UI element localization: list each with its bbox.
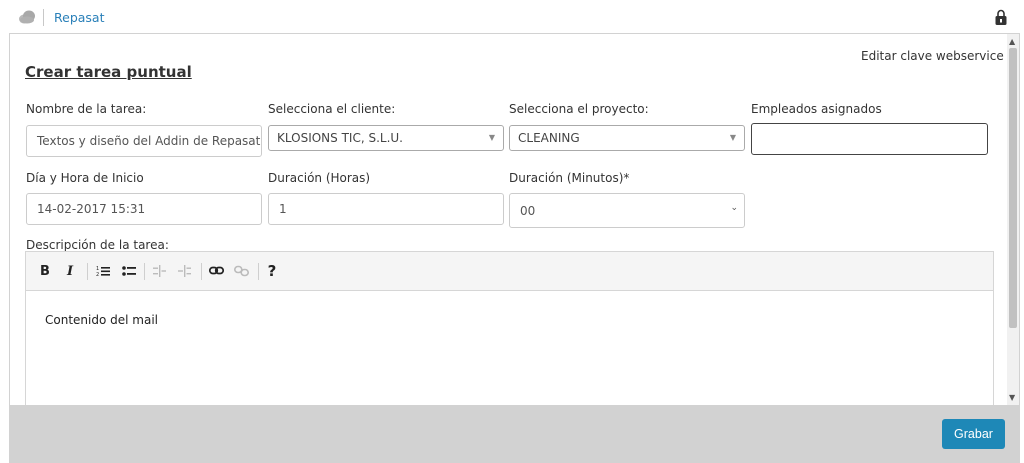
editor-toolbar: B I 1 2 ?	[26, 252, 993, 291]
task-name-label: Nombre de la tarea:	[26, 102, 147, 116]
bold-button[interactable]: B	[39, 263, 51, 279]
caret-down-icon: ▼	[488, 133, 495, 142]
italic-button[interactable]: I	[64, 263, 76, 279]
hours-label: Duración (Horas)	[268, 171, 371, 185]
frame-scrollbar[interactable]: ▲ ▼	[1007, 34, 1019, 405]
hours-input[interactable]: 1	[268, 193, 504, 225]
toolbar-divider	[201, 263, 202, 280]
brand-divider	[43, 9, 44, 26]
start-datetime-input[interactable]: 14-02-2017 15:31	[26, 193, 262, 225]
caret-down-icon: ▼	[729, 133, 736, 142]
description-editor: B I 1 2 ? Contenido del mail	[25, 251, 994, 405]
top-bar: Repasat	[0, 0, 1024, 34]
page-title: Crear tarea puntual	[25, 63, 192, 81]
chevron-down-icon: ⌄	[730, 203, 738, 213]
task-form-panel: Editar clave webservice Crear tarea punt…	[9, 33, 1020, 405]
minutes-select-value: 00	[520, 203, 536, 218]
indent-icon[interactable]	[178, 263, 191, 279]
toolbar-divider	[87, 263, 88, 280]
scroll-thumb[interactable]	[1009, 48, 1017, 328]
unlink-icon[interactable]	[234, 263, 249, 279]
save-button[interactable]: Grabar	[942, 419, 1005, 449]
client-select-value: KLOSIONS TIC, S.L.U.	[277, 131, 403, 145]
client-select[interactable]: KLOSIONS TIC, S.L.U. ▼	[268, 125, 504, 151]
cloud-icon	[19, 10, 35, 24]
toolbar-divider	[144, 263, 145, 280]
help-button[interactable]: ?	[266, 262, 278, 280]
svg-text:2: 2	[96, 272, 99, 278]
employees-label: Empleados asignados	[751, 102, 882, 116]
project-label: Selecciona el proyecto:	[509, 102, 649, 116]
link-icon[interactable]	[209, 263, 224, 279]
ordered-list-icon[interactable]: 1 2	[96, 263, 110, 279]
minutes-label: Duración (Minutos)*	[509, 171, 630, 185]
project-select[interactable]: CLEANING ▼	[509, 125, 745, 151]
bullet-list-icon[interactable]	[122, 263, 136, 279]
lock-icon[interactable]	[994, 9, 1008, 26]
toolbar-divider	[258, 263, 259, 280]
scroll-down-icon[interactable]: ▼	[1009, 393, 1015, 402]
editor-content[interactable]: Contenido del mail	[45, 313, 158, 327]
outdent-icon[interactable]	[153, 263, 166, 279]
start-datetime-label: Día y Hora de Inicio	[26, 171, 144, 185]
client-label: Selecciona el cliente:	[268, 102, 396, 116]
employees-input[interactable]	[751, 123, 988, 155]
minutes-select[interactable]: 00 ⌄	[509, 193, 745, 228]
app-name[interactable]: Repasat	[54, 10, 104, 25]
project-select-value: CLEANING	[518, 131, 580, 145]
task-name-input[interactable]: Textos y diseño del Addin de Repasat	[26, 125, 262, 157]
edit-webservice-key-link[interactable]: Editar clave webservice	[861, 49, 1004, 63]
description-label: Descripción de la tarea:	[26, 238, 169, 252]
scroll-up-icon[interactable]: ▲	[1009, 37, 1015, 46]
footer-bar: Grabar	[9, 405, 1020, 463]
